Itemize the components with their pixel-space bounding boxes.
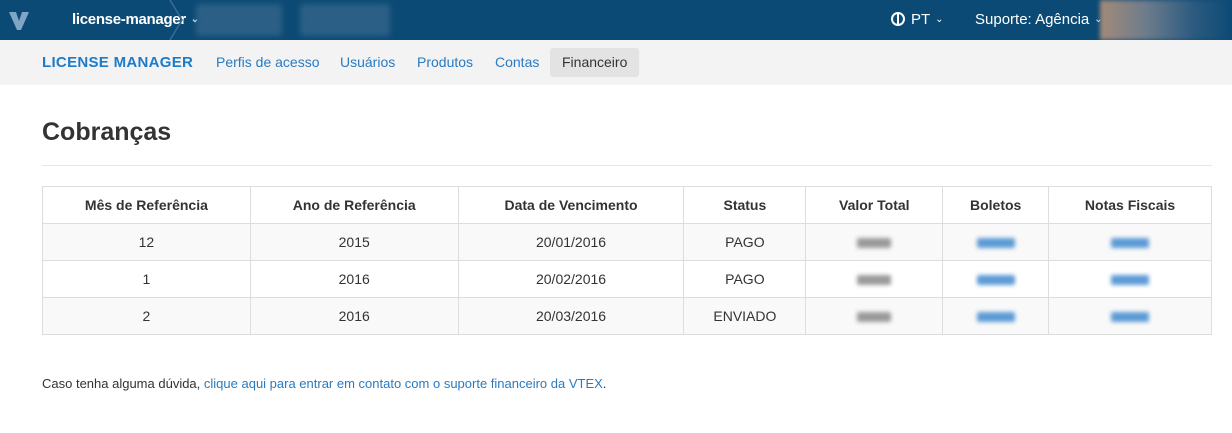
nav-produtos[interactable]: Produtos — [405, 48, 485, 77]
support-label: Suporte: — [975, 11, 1032, 28]
boleto-link[interactable] — [976, 238, 1015, 249]
boleto-link[interactable] — [976, 312, 1015, 323]
redacted-value — [857, 275, 892, 286]
redacted-breadcrumb[interactable] — [196, 4, 282, 36]
due-date-cell: 20/03/2016 — [457, 297, 685, 335]
nav-financeiro[interactable]: Financeiro — [550, 48, 640, 77]
total-value-cell — [805, 297, 944, 335]
redacted-value — [857, 312, 892, 323]
month-cell: 2 — [42, 297, 251, 335]
page-title: Cobranças — [42, 118, 172, 146]
boleto-cell — [942, 223, 1050, 261]
brand-title[interactable]: LICENSE MANAGER — [42, 40, 193, 85]
table-row: 2 2016 20/03/2016 ENVIADO — [42, 297, 1212, 335]
nav-perfis-de-acesso[interactable]: Perfis de acesso — [204, 48, 332, 77]
support-note-text: Caso tenha alguma dúvida, — [42, 376, 201, 391]
support-note-period: . — [602, 376, 607, 391]
invoice-cell — [1048, 223, 1212, 261]
breadcrumb-separator-icon — [169, 0, 183, 40]
table-row: 1 2016 20/02/2016 PAGO — [42, 260, 1212, 298]
column-header: Data de Vencimento — [457, 186, 685, 224]
support-value: Agência — [1035, 11, 1090, 28]
due-date-cell: 20/01/2016 — [457, 223, 685, 261]
due-date-cell: 20/02/2016 — [457, 260, 685, 298]
redacted-value — [857, 238, 892, 249]
vtex-logo-icon[interactable] — [8, 8, 30, 32]
contact-support-link[interactable]: clique aqui para entrar em contato com o… — [204, 376, 603, 391]
column-header: Status — [683, 186, 807, 224]
secondary-nav: LICENSE MANAGER Perfis de acesso Usuário… — [0, 40, 1232, 85]
billing-table: Mês de Referência Ano de Referência Data… — [42, 186, 1212, 335]
month-cell: 12 — [42, 223, 251, 261]
year-cell: 2016 — [249, 297, 459, 335]
column-header: Ano de Referência — [249, 186, 459, 224]
total-value-cell — [805, 260, 944, 298]
boleto-cell — [942, 260, 1050, 298]
month-cell: 1 — [42, 260, 251, 298]
column-header: Mês de Referência — [42, 186, 251, 224]
language-label: PT — [911, 11, 931, 28]
boleto-link[interactable] — [976, 275, 1015, 286]
column-header: Notas Fiscais — [1048, 186, 1212, 224]
invoice-link[interactable] — [1111, 238, 1150, 249]
table-row: 12 2015 20/01/2016 PAGO — [42, 223, 1212, 261]
user-avatar[interactable] — [1100, 0, 1232, 40]
boleto-cell — [942, 297, 1050, 335]
divider — [42, 165, 1212, 166]
column-header: Boletos — [942, 186, 1050, 224]
year-cell: 2016 — [249, 260, 459, 298]
nav-usuarios[interactable]: Usuários — [328, 48, 407, 77]
column-header: Valor Total — [805, 186, 944, 224]
status-cell: PAGO — [683, 260, 807, 298]
support-selector[interactable]: Suporte: Agência ⌄ — [975, 0, 1103, 40]
status-cell: PAGO — [683, 223, 807, 261]
chevron-down-icon: ⌄ — [935, 14, 944, 25]
support-note: Caso tenha alguma dúvida, clique aqui pa… — [42, 376, 606, 391]
globe-icon — [891, 12, 905, 26]
invoice-link[interactable] — [1111, 275, 1150, 286]
redacted-breadcrumb[interactable] — [300, 4, 390, 36]
total-value-cell — [805, 223, 944, 261]
invoice-cell — [1048, 297, 1212, 335]
year-cell: 2015 — [249, 223, 459, 261]
language-selector[interactable]: PT ⌄ — [891, 0, 944, 40]
status-cell: ENVIADO — [683, 297, 807, 335]
invoice-link[interactable] — [1111, 312, 1150, 323]
invoice-cell — [1048, 260, 1212, 298]
table-header-row: Mês de Referência Ano de Referência Data… — [42, 186, 1212, 224]
nav-contas[interactable]: Contas — [483, 48, 551, 77]
top-bar: license-manager ⌄ PT ⌄ Suporte: Agência ⌄ — [0, 0, 1232, 40]
